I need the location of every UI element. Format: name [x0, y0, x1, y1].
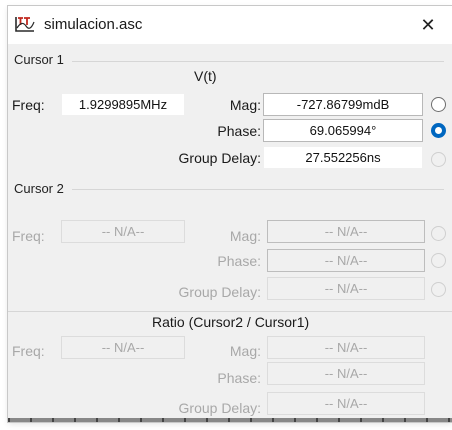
cursor1-mag-radio[interactable]	[431, 97, 446, 112]
cursor1-divider	[72, 61, 444, 62]
cursor1-mag-value: -727.86799mdB	[296, 97, 390, 112]
cursor1-phase-radio[interactable]	[431, 123, 446, 138]
ratio-mag-value: -- N/A--	[324, 340, 368, 355]
ratio-divider	[8, 311, 452, 312]
cursor2-mag-field[interactable]: -- N/A--	[267, 220, 425, 243]
cursor2-freq-label: Freq:	[12, 228, 45, 244]
ratio-group-delay-field[interactable]: -- N/A--	[267, 392, 425, 415]
cursor2-group-delay-radio[interactable]	[431, 282, 446, 297]
ratio-freq-label: Freq:	[12, 343, 45, 359]
ratio-phase-label: Phase:	[217, 370, 261, 386]
cursor2-mag-radio[interactable]	[431, 226, 446, 241]
cursor1-mag-label: Mag:	[229, 97, 261, 113]
cursor1-freq-value: 1.9299895MHz	[78, 97, 168, 112]
cursor-dialog-window: simulacion.asc ✕ Cursor 1 V(t) Freq: 1.9…	[8, 6, 452, 422]
ratio-section-label: Ratio (Cursor2 / Cursor1)	[152, 314, 310, 330]
cursor2-mag-value: -- N/A--	[324, 224, 368, 239]
cursor2-freq-value: -- N/A--	[101, 224, 145, 239]
cursor2-phase-value: -- N/A--	[324, 253, 368, 268]
ratio-freq-field[interactable]: -- N/A--	[61, 336, 185, 359]
close-icon: ✕	[420, 14, 436, 35]
ratio-group-delay-value: -- N/A--	[324, 396, 368, 411]
cursor1-group-delay-value: 27.552256ns	[305, 150, 381, 165]
cursor2-divider	[72, 189, 444, 190]
cursor2-phase-label: Phase:	[217, 253, 261, 269]
window-title: simulacion.asc	[44, 16, 143, 33]
cursor1-group-delay-label: Group Delay:	[178, 150, 261, 166]
cursor1-group-delay-field[interactable]: 27.552256ns	[263, 146, 423, 169]
cursor2-phase-radio[interactable]	[431, 253, 446, 268]
cursor1-phase-field[interactable]: 69.065994°	[263, 119, 423, 142]
cursor2-group-delay-value: -- N/A--	[324, 281, 368, 296]
ratio-phase-value: -- N/A--	[324, 366, 368, 381]
cursor1-freq-label: Freq:	[12, 97, 45, 113]
cursor1-signal-name: V(t)	[194, 68, 217, 84]
cursor1-mag-field[interactable]: -727.86799mdB	[263, 93, 423, 116]
cursor1-group-delay-radio[interactable]	[431, 152, 446, 167]
ltspice-app-icon	[15, 17, 35, 32]
cursor1-phase-label: Phase:	[217, 123, 261, 139]
cursor2-group-delay-label: Group Delay:	[178, 284, 261, 300]
cursor1-freq-field[interactable]: 1.9299895MHz	[61, 93, 185, 116]
ratio-freq-value: -- N/A--	[101, 340, 145, 355]
ratio-phase-field[interactable]: -- N/A--	[267, 362, 425, 385]
cursor2-group-delay-field[interactable]: -- N/A--	[267, 277, 425, 300]
cursor2-phase-field[interactable]: -- N/A--	[267, 249, 425, 272]
cursor2-mag-label: Mag:	[229, 228, 261, 244]
ratio-group-delay-label: Group Delay:	[178, 400, 261, 416]
cursor2-section-label: Cursor 2	[14, 181, 67, 196]
ratio-mag-label: Mag:	[229, 343, 261, 359]
ratio-mag-field[interactable]: -- N/A--	[267, 336, 425, 359]
resize-grip-strip	[8, 418, 452, 422]
cursor2-freq-field[interactable]: -- N/A--	[61, 220, 185, 243]
cursor1-section-label: Cursor 1	[14, 52, 67, 67]
cursor1-phase-value: 69.065994°	[309, 123, 377, 138]
close-button[interactable]: ✕	[404, 6, 452, 44]
title-bar[interactable]: simulacion.asc ✕	[8, 6, 452, 44]
